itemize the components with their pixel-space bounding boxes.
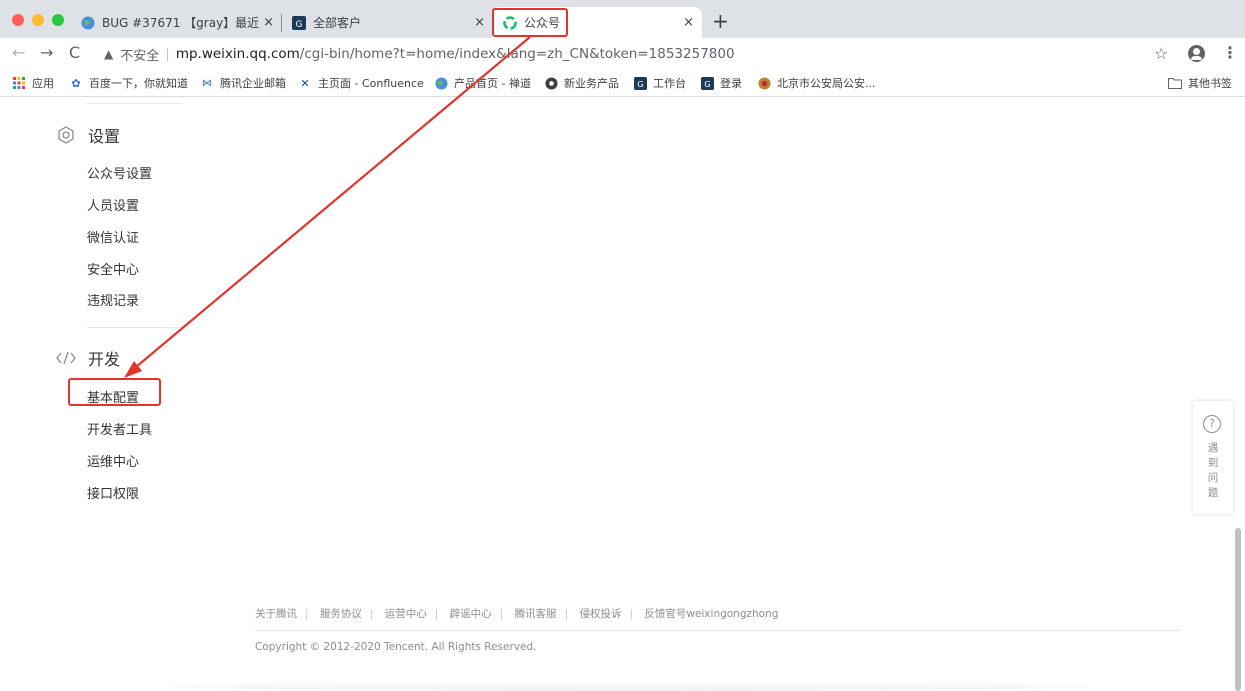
bookmark-police[interactable]: 北京市公安局公安... xyxy=(757,75,876,91)
footer-link[interactable]: 关于腾讯 xyxy=(255,608,297,620)
sidebar-item-developer-tools[interactable]: 开发者工具 xyxy=(87,419,152,438)
apps-grid-icon xyxy=(12,76,26,90)
reload-button[interactable]: C xyxy=(69,43,80,63)
url-path: /cgi-bin/home?t=home/index&lang=zh_CN&to… xyxy=(299,46,735,62)
compass-icon xyxy=(544,76,558,90)
sidebar-item-account-settings[interactable]: 公众号设置 xyxy=(87,163,152,182)
bookmark-label: 腾讯企业邮箱 xyxy=(220,77,286,90)
globe-icon xyxy=(80,15,96,31)
sidebar-section-settings: 设置 xyxy=(56,123,120,147)
bookmark-baidu[interactable]: ✿ 百度一下，你就知道 xyxy=(69,75,188,91)
browser-tab-bar: BUG #37671 【gray】最近支付 × G 全部客户 × 公众号 × + xyxy=(0,0,1245,38)
svg-text:G: G xyxy=(704,79,710,89)
gear-icon xyxy=(56,125,76,145)
bookmark-workbench[interactable]: G 工作台 xyxy=(633,75,686,91)
sidebar-item-security-center[interactable]: 安全中心 xyxy=(87,259,139,278)
footer-links: 关于腾讯 | 服务协议 | 运营中心 | 辟谣中心 | 腾讯客服 | 侵权投诉 | 反馈官号… xyxy=(255,608,779,620)
tab-bug[interactable]: BUG #37671 【gray】最近支付 × xyxy=(70,7,282,38)
address-divider: | xyxy=(165,46,170,62)
baidu-paw-icon: ✿ xyxy=(71,76,81,90)
bookmark-label: 其他书签 xyxy=(1188,77,1232,90)
workbench-icon: G xyxy=(291,15,307,31)
sidebar-item-ops-center[interactable]: 运维中心 xyxy=(87,451,139,470)
sidebar-item-staff-settings[interactable]: 人员设置 xyxy=(87,195,139,214)
police-badge-icon xyxy=(757,76,771,90)
address-bar[interactable]: ▲ 不安全 | mp.weixin.qq.com /cgi-bin/home?t… xyxy=(96,41,1181,67)
sidebar-item-api-permissions[interactable]: 接口权限 xyxy=(87,483,139,502)
section-title: 开发 xyxy=(88,350,121,369)
bottom-shadow xyxy=(170,681,1090,691)
url-host: mp.weixin.qq.com xyxy=(175,46,300,62)
new-tab-button[interactable]: + xyxy=(712,11,729,31)
annotation-highlight-basic-config xyxy=(68,378,161,406)
bookmark-confluence[interactable]: ✕ 主页面 - Confluence xyxy=(298,75,424,91)
bookmark-label: 主页面 - Confluence xyxy=(318,77,424,90)
back-button[interactable]: ← xyxy=(12,43,25,63)
mail-icon: ⋈ xyxy=(202,77,212,89)
help-label: 遇到问题 xyxy=(1207,442,1219,499)
bookmark-star-icon[interactable]: ☆ xyxy=(1154,44,1168,63)
bookmark-label: 北京市公安局公安... xyxy=(777,77,876,90)
warning-icon: ▲ xyxy=(104,47,114,61)
footer-link[interactable]: 服务协议 xyxy=(320,608,362,620)
tab-close-button[interactable]: × xyxy=(263,15,274,30)
maximize-window-button[interactable] xyxy=(52,14,64,26)
svg-text:G: G xyxy=(296,20,303,30)
bookmarks-bar: 应用 ✿ 百度一下，你就知道 ⋈ 腾讯企业邮箱 ✕ 主页面 - Confluen… xyxy=(0,70,1245,97)
code-icon xyxy=(56,348,76,368)
globe-icon xyxy=(434,76,448,90)
annotation-highlight-tab xyxy=(492,8,568,37)
close-window-button[interactable] xyxy=(12,14,24,26)
tab-close-button[interactable]: × xyxy=(683,15,694,30)
folder-icon xyxy=(1168,76,1182,90)
profile-avatar-icon[interactable] xyxy=(1188,45,1205,62)
sidebar-divider xyxy=(87,327,182,328)
scrollbar[interactable] xyxy=(1235,528,1241,691)
browser-menu-icon[interactable]: ⋮ xyxy=(1222,43,1238,62)
workbench-icon: G xyxy=(700,76,714,90)
bookmark-label: 新业务产品 xyxy=(564,77,619,90)
sidebar-divider xyxy=(87,103,182,104)
sidebar-item-wechat-verify[interactable]: 微信认证 xyxy=(87,227,139,246)
svg-text:G: G xyxy=(637,79,643,89)
bookmark-label: 应用 xyxy=(32,77,54,90)
forward-button[interactable]: → xyxy=(40,43,53,63)
bookmark-other-folder[interactable]: 其他书签 xyxy=(1168,75,1232,91)
insecure-label[interactable]: 不安全 xyxy=(120,45,159,64)
footer-divider xyxy=(255,630,1181,631)
footer-link[interactable]: 运营中心 xyxy=(385,608,427,620)
minimize-window-button[interactable] xyxy=(32,14,44,26)
tab-close-button[interactable]: × xyxy=(474,15,485,30)
bookmark-exmail[interactable]: ⋈ 腾讯企业邮箱 xyxy=(200,75,286,91)
bookmark-zentao[interactable]: 产品首页 - 禅道 xyxy=(434,75,531,91)
bookmark-login[interactable]: G 登录 xyxy=(700,75,742,91)
footer-link[interactable]: 侵权投诉 xyxy=(579,608,621,620)
page-content: 设置 公众号设置 人员设置 微信认证 安全中心 违规记录 开发 基本配置 开发者… xyxy=(0,98,1245,691)
bookmark-label: 百度一下，你就知道 xyxy=(89,77,188,90)
footer-link[interactable]: 腾讯客服 xyxy=(515,608,557,620)
tab-separator xyxy=(281,14,282,32)
bookmark-label: 产品首页 - 禅道 xyxy=(454,77,531,90)
workbench-icon: G xyxy=(633,76,647,90)
help-widget[interactable]: ? 遇到问题 xyxy=(1193,401,1233,514)
sidebar-item-violation-records[interactable]: 违规记录 xyxy=(87,290,139,309)
footer-link[interactable]: 辟谣中心 xyxy=(450,608,492,620)
bookmark-apps[interactable]: 应用 xyxy=(12,75,54,91)
tab-title: BUG #37671 【gray】最近支付 xyxy=(102,16,260,30)
bookmark-label: 登录 xyxy=(720,77,742,90)
footer-link[interactable]: 反馈官号weixingongzhong xyxy=(644,608,778,620)
section-title: 设置 xyxy=(88,127,121,146)
tab-customers[interactable]: G 全部客户 × xyxy=(283,7,493,38)
bookmark-label: 工作台 xyxy=(653,77,686,90)
copyright: Copyright © 2012-2020 Tencent. All Right… xyxy=(255,641,537,653)
confluence-icon: ✕ xyxy=(300,76,310,90)
tab-title: 全部客户 xyxy=(313,16,362,30)
bookmark-new-business[interactable]: 新业务产品 xyxy=(544,75,619,91)
sidebar-section-develop: 开发 xyxy=(56,346,120,370)
help-icon: ? xyxy=(1203,415,1221,433)
browser-toolbar: ← → C ▲ 不安全 | mp.weixin.qq.com /cgi-bin/… xyxy=(0,38,1245,70)
